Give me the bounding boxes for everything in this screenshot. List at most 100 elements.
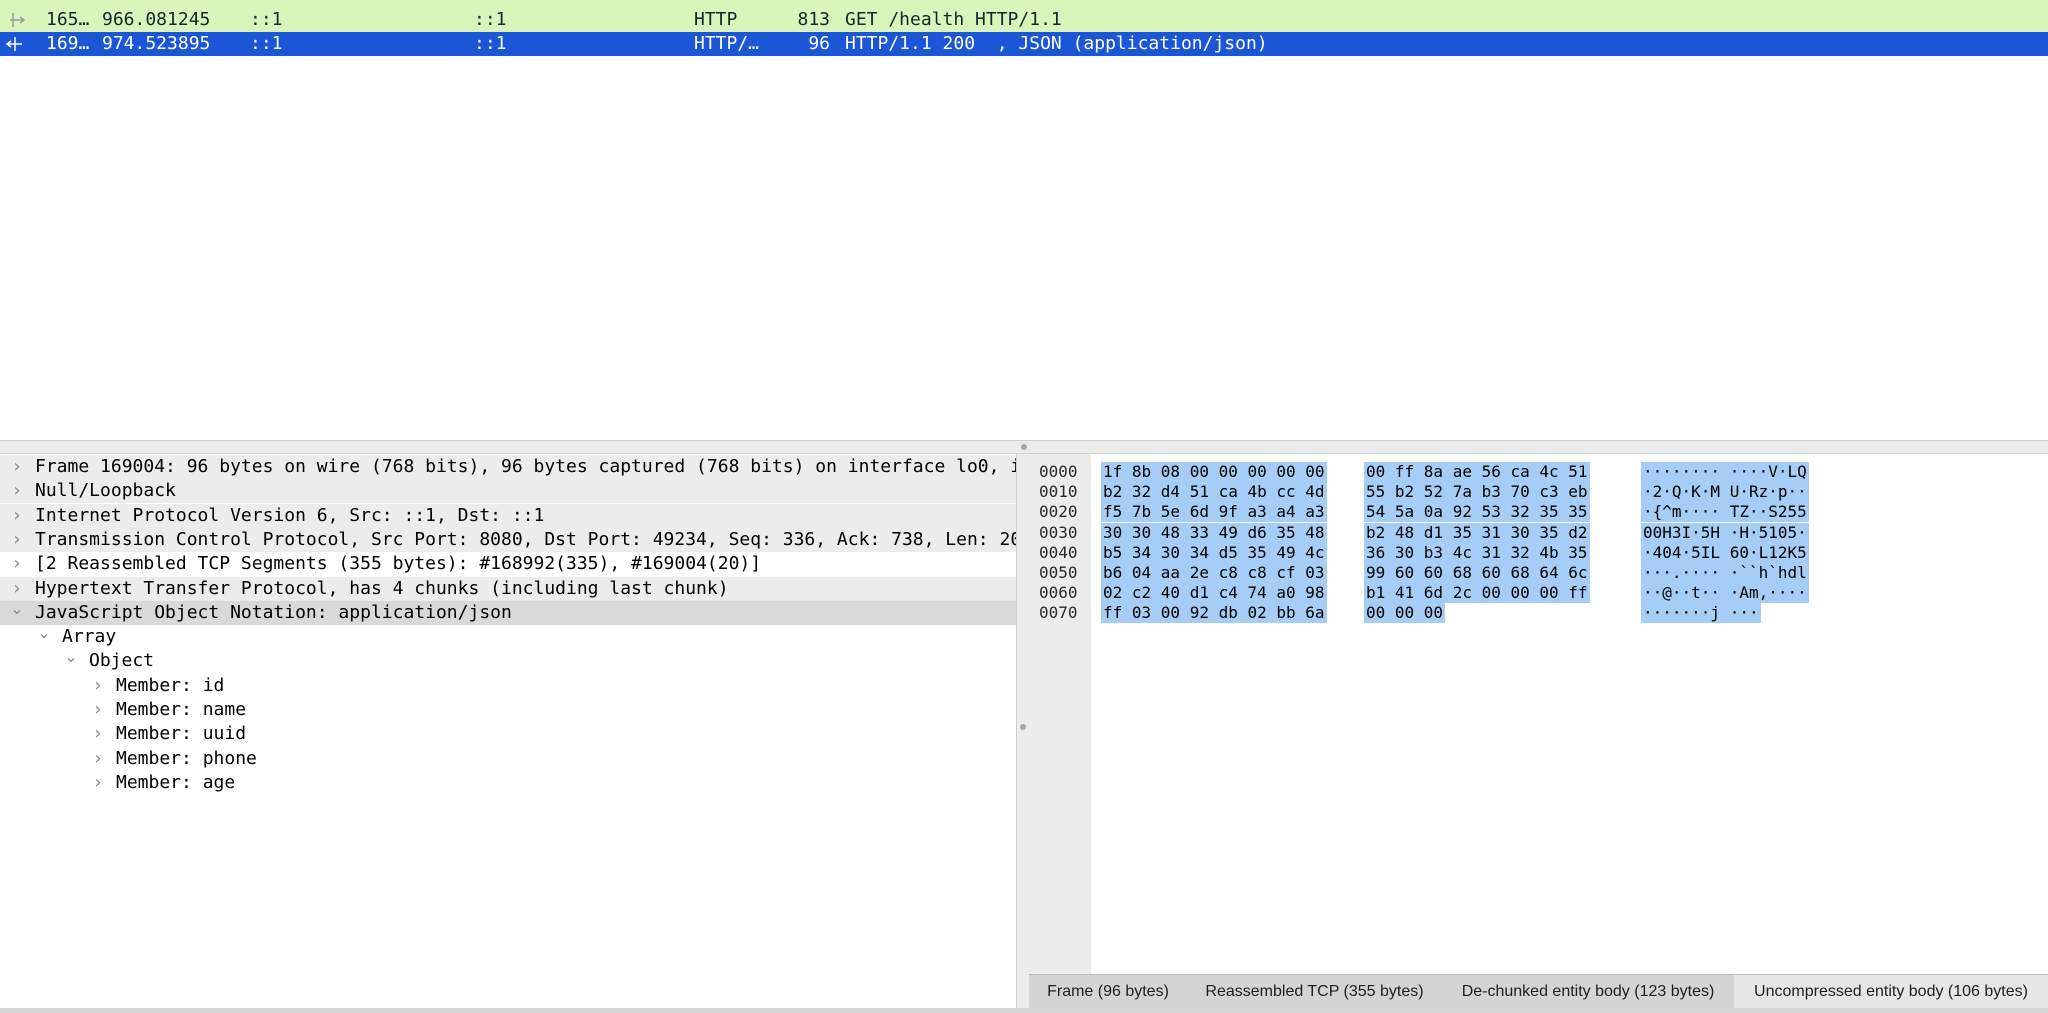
packet-info: GET /health HTTP/1.1 xyxy=(845,9,1062,30)
tree-item[interactable]: › Internet Protocol Version 6, Src: ::1, … xyxy=(0,503,1016,528)
hex-bytes[interactable]: b1 41 6d 2c 00 00 00 ff xyxy=(1364,583,1590,604)
ascii-bytes[interactable]: ········ ····V·LQ xyxy=(1641,462,1809,482)
hex-bytes[interactable]: 00 00 00 xyxy=(1364,603,1446,624)
chevron-right-icon[interactable]: › xyxy=(91,771,105,795)
chevron-right-icon[interactable]: › xyxy=(10,479,24,503)
chevron-right-icon[interactable]: › xyxy=(91,722,105,746)
hex-bytes[interactable]: ff 03 00 92 db 02 bb 6a xyxy=(1101,603,1327,624)
byte-offset: 0050 xyxy=(1039,563,1078,582)
tree-item[interactable]: › Transmission Control Protocol, Src Port… xyxy=(0,527,1016,552)
tree-item-label: Member: phone xyxy=(116,747,257,769)
tree-item-label: Frame 169004: 96 bytes on wire (768 bits… xyxy=(35,456,1016,477)
byte-offset: 0010 xyxy=(1039,482,1078,502)
tree-item[interactable]: › Frame 169004: 96 bytes on wire (768 bit… xyxy=(0,455,1016,479)
hex-bytes[interactable]: 1f 8b 08 00 00 00 00 00 xyxy=(1101,462,1327,482)
tree-item[interactable]: › Member: name xyxy=(0,698,1016,722)
splitter-grip-icon xyxy=(1021,444,1027,450)
chevron-right-icon[interactable]: › xyxy=(10,528,24,552)
ascii-bytes[interactable]: ··@··t·· ·Am,···· xyxy=(1641,583,1809,604)
hex-bytes[interactable]: b5 34 30 34 d5 35 49 4c xyxy=(1101,542,1327,563)
packet-source: ::1 xyxy=(250,33,283,54)
hex-bytes[interactable]: 02 c2 40 d1 c4 74 a0 98 xyxy=(1101,583,1327,604)
chevron-right-icon[interactable]: › xyxy=(10,577,24,601)
ascii-bytes[interactable]: ·{^m···· TZ··S255 xyxy=(1641,502,1809,523)
packet-length: 813 xyxy=(797,9,830,30)
byte-offset: 0040 xyxy=(1039,542,1078,562)
ascii-bytes[interactable]: ·······j ··· xyxy=(1641,603,1761,624)
offset-column: 0000 0010 0020 0030 0040 0050 0060 0070 xyxy=(1029,454,1091,974)
window-bottom-edge xyxy=(0,1008,2048,1013)
packet-length: 96 xyxy=(808,33,830,54)
tree-item[interactable]: ⌄ Array xyxy=(0,625,1016,649)
tree-item[interactable]: ⌄ JavaScript Object Notation: application… xyxy=(0,600,1016,625)
tree-item-label: Internet Protocol Version 6, Src: ::1, D… xyxy=(35,504,545,526)
packet-destination: ::1 xyxy=(474,33,507,54)
hex-bytes[interactable]: 36 30 b3 4c 31 32 4b 35 xyxy=(1364,542,1590,563)
packet-no: 165… xyxy=(46,9,90,30)
packet-row-selected[interactable]: 169… 974.523895 ::1 ::1 HTTP/… 96 HTTP/1… xyxy=(0,32,2048,56)
hex-bytes[interactable]: b2 32 d4 51 ca 4b cc 4d xyxy=(1101,482,1327,503)
bytes-source-tabs: Frame (96 bytes) Reassembled TCP (355 byt… xyxy=(1029,974,2048,1009)
hex-bytes[interactable]: b2 48 d1 35 31 30 35 d2 xyxy=(1364,522,1590,543)
tree-item-label: Member: id xyxy=(116,674,225,696)
hex-bytes[interactable]: f5 7b 5e 6d 9f a3 a4 a3 xyxy=(1101,502,1327,523)
packet-destination: ::1 xyxy=(474,9,507,30)
tree-item-label: Array xyxy=(62,626,117,648)
chevron-right-icon[interactable]: › xyxy=(10,455,24,479)
tree-item[interactable]: › Null/Loopback xyxy=(0,479,1016,504)
request-arrow-icon xyxy=(10,13,26,27)
packet-protocol: HTTP/… xyxy=(694,33,760,54)
tree-item[interactable]: › [2 Reassembled TCP Segments (355 bytes)… xyxy=(0,552,1016,576)
chevron-down-icon[interactable]: ⌄ xyxy=(37,625,51,649)
packet-details-tree[interactable]: › Frame 169004: 96 bytes on wire (768 bit… xyxy=(0,454,1016,1008)
ascii-bytes[interactable]: 00H3I·5H ·H·5105· xyxy=(1641,522,1809,543)
byte-offset: 0030 xyxy=(1039,522,1078,542)
bytes-tab[interactable]: Uncompressed entity body (106 bytes) xyxy=(1734,975,2048,1008)
packet-list[interactable]: 165… 966.081245 ::1 ::1 HTTP 813 GET /he… xyxy=(0,0,2048,441)
splitter-grip-icon xyxy=(1020,724,1026,730)
vertical-splitter[interactable] xyxy=(1016,454,1030,1008)
packet-time: 966.081245 xyxy=(102,9,211,30)
tree-item-label: Transmission Control Protocol, Src Port:… xyxy=(35,528,1016,550)
bytes-tab[interactable]: Reassembled TCP (355 bytes) xyxy=(1187,975,1443,1008)
ascii-bytes[interactable]: ·404·5IL 60·L12K5 xyxy=(1641,542,1809,563)
bytes-tab[interactable]: De-chunked entity body (123 bytes) xyxy=(1442,975,1735,1008)
tree-item[interactable]: › Member: phone xyxy=(0,747,1016,771)
ascii-bytes[interactable]: ·2·Q·K·M U·Rz·p·· xyxy=(1641,482,1809,503)
tree-item[interactable]: ⌄ Object xyxy=(0,649,1016,673)
tree-item-label: Member: age xyxy=(116,771,236,793)
tree-item[interactable]: › Member: uuid xyxy=(0,722,1016,746)
tree-item-label: Member: name xyxy=(116,699,247,720)
hex-bytes[interactable]: 54 5a 0a 92 53 32 35 35 xyxy=(1364,502,1590,523)
response-arrow-icon xyxy=(5,37,22,51)
chevron-right-icon[interactable]: › xyxy=(10,552,24,576)
tree-item[interactable]: › Hypertext Transfer Protocol, has 4 chun… xyxy=(0,576,1016,601)
chevron-down-icon[interactable]: ⌄ xyxy=(10,600,24,625)
chevron-right-icon[interactable]: › xyxy=(10,504,24,528)
bytes-tab[interactable]: Frame (96 bytes) xyxy=(1029,975,1188,1008)
chevron-right-icon[interactable]: › xyxy=(91,698,105,722)
byte-offset: 0020 xyxy=(1039,502,1078,522)
tree-item-label: Null/Loopback xyxy=(35,480,176,502)
tree-item-label: Hypertext Transfer Protocol, has 4 chunk… xyxy=(35,577,729,599)
hex-bytes[interactable]: 30 30 48 33 49 d6 35 48 xyxy=(1101,522,1327,543)
packet-row[interactable]: 165… 966.081245 ::1 ::1 HTTP 813 GET /he… xyxy=(0,8,2048,32)
chevron-down-icon[interactable]: ⌄ xyxy=(64,649,78,673)
tree-item[interactable]: › Member: age xyxy=(0,771,1016,795)
hex-bytes[interactable]: 99 60 60 68 60 68 64 6c xyxy=(1364,563,1590,583)
tree-item-label: [2 Reassembled TCP Segments (355 bytes):… xyxy=(35,553,762,575)
ascii-bytes[interactable]: ···.···· ·``h`hdl xyxy=(1641,563,1809,583)
byte-offset: 0000 xyxy=(1039,462,1078,481)
hex-bytes[interactable]: 00 ff 8a ae 56 ca 4c 51 xyxy=(1364,462,1590,482)
tree-item-label: JavaScript Object Notation: application/… xyxy=(35,601,512,623)
chevron-right-icon[interactable]: › xyxy=(91,674,105,698)
hex-bytes[interactable]: 55 b2 52 7a b3 70 c3 eb xyxy=(1364,482,1590,503)
chevron-right-icon[interactable]: › xyxy=(91,747,105,771)
horizontal-splitter[interactable] xyxy=(0,441,2048,454)
tree-item[interactable]: › Member: id xyxy=(0,674,1016,698)
tree-item-label: Member: uuid xyxy=(116,723,247,745)
hex-bytes[interactable]: b6 04 aa 2e c8 c8 cf 03 xyxy=(1101,563,1327,583)
packet-bytes-pane[interactable]: 0000 0010 0020 0030 0040 0050 0060 0070 1f 8b 0… xyxy=(1029,454,2048,974)
packet-source: ::1 xyxy=(250,9,283,30)
packet-time: 974.523895 xyxy=(102,33,211,54)
